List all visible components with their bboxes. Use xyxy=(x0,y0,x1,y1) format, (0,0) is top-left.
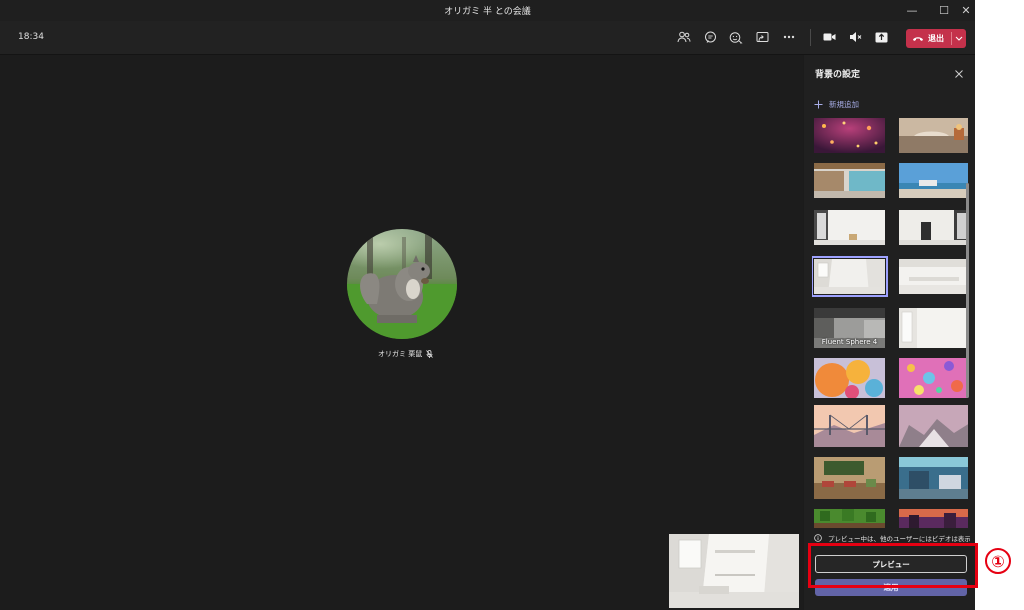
panel-title: 背景の設定 xyxy=(815,70,861,80)
share-tray-icon[interactable] xyxy=(753,28,771,46)
background-thumbnail-pink-spheres[interactable] xyxy=(899,358,968,398)
leave-meeting-button[interactable]: 退出 xyxy=(906,29,966,48)
background-thumbnail-lowpoly-rocks[interactable] xyxy=(899,405,968,447)
background-thumbnail-seaside-deck[interactable] xyxy=(899,163,968,198)
mic-off-icon xyxy=(426,350,434,358)
background-thumbnail-white-room-1[interactable] xyxy=(814,210,885,245)
background-thumbnail-bridge-landscape[interactable] xyxy=(814,405,885,447)
background-thumbnail-orange-balloons[interactable] xyxy=(814,358,885,398)
annotation-step-marker: ① xyxy=(985,548,1011,574)
leave-main[interactable]: 退出 xyxy=(906,29,951,48)
preview-notice-text: プレビュー中は、他のユーザーにはビデオは表示されませ xyxy=(828,535,970,543)
self-video-preview xyxy=(669,534,799,608)
camera-icon[interactable] xyxy=(820,28,838,46)
toolbar-divider xyxy=(810,29,811,46)
leave-label: 退出 xyxy=(928,34,944,43)
participant-avatar xyxy=(347,229,457,339)
squirrel-photo xyxy=(347,229,457,339)
meeting-toolbar: 18:34 退出 xyxy=(0,21,975,55)
close-window-button[interactable]: ✕ xyxy=(954,0,975,21)
background-thumbnail-selected-white-room[interactable] xyxy=(812,256,888,297)
meeting-timer: 18:34 xyxy=(18,32,44,42)
participant-name-tag: オリガミ 栗鼠 xyxy=(378,349,434,359)
more-options-icon[interactable] xyxy=(780,28,798,46)
window-title: オリガミ 半 との会議 xyxy=(444,7,531,17)
annotation-highlight-box xyxy=(808,543,978,588)
title-bar: オリガミ 半 との会議 — ☐ ✕ xyxy=(0,0,975,21)
teams-meeting-window: オリガミ 半 との会議 — ☐ ✕ 18:34 退出 オリガミ 栗鼠 背景の設定… xyxy=(0,0,975,610)
chat-icon[interactable] xyxy=(701,28,719,46)
share-screen-icon[interactable] xyxy=(872,28,890,46)
background-thumbnail-minecraft-classroom[interactable] xyxy=(814,457,885,499)
background-thumbnail-cozy-bedroom[interactable] xyxy=(899,118,968,153)
participant-name: オリガミ 栗鼠 xyxy=(378,350,423,358)
background-thumbnail-bokeh-lights[interactable] xyxy=(814,118,885,153)
background-thumbnail-fluent-sphere-4[interactable]: Fluent Sphere 4 xyxy=(814,308,885,348)
info-icon xyxy=(814,534,822,542)
background-thumbnail-office-hall[interactable] xyxy=(814,163,885,198)
close-panel-icon[interactable] xyxy=(953,65,965,78)
background-thumbnail-white-room-2[interactable] xyxy=(899,210,968,245)
background-thumbnail-minimal-white[interactable] xyxy=(899,308,968,348)
background-thumbnail-minecraft-sunset[interactable] xyxy=(899,509,968,528)
background-thumbnail-minecraft-lab[interactable] xyxy=(899,457,968,499)
meeting-stage: オリガミ 栗鼠 xyxy=(0,55,803,610)
background-settings-panel: 背景の設定 新規追加 Fluent Sphere 4 プレビュー中は、他のユーザ… xyxy=(804,55,975,610)
add-new-label: 新規追加 xyxy=(829,100,859,109)
fluent-sphere-4-label: Fluent Sphere 4 xyxy=(821,338,878,346)
leave-options-chevron-icon[interactable] xyxy=(952,29,966,48)
participants-icon[interactable] xyxy=(675,28,693,46)
preview-notice: プレビュー中は、他のユーザーにはビデオは表示されませ xyxy=(814,533,970,543)
gallery-scrollbar[interactable] xyxy=(966,183,969,398)
mic-muted-icon[interactable] xyxy=(846,28,864,46)
reactions-icon[interactable] xyxy=(727,28,745,46)
background-gallery: Fluent Sphere 4 xyxy=(812,118,968,528)
add-new-background-button[interactable]: 新規追加 xyxy=(814,99,859,110)
maximize-button[interactable]: ☐ xyxy=(932,0,956,21)
background-thumbnail-minecraft-forest[interactable] xyxy=(814,509,885,528)
minimize-button[interactable]: — xyxy=(900,0,924,21)
background-thumbnail-white-loft[interactable] xyxy=(899,259,968,294)
plus-icon xyxy=(814,100,823,109)
hang-up-icon xyxy=(913,37,923,41)
